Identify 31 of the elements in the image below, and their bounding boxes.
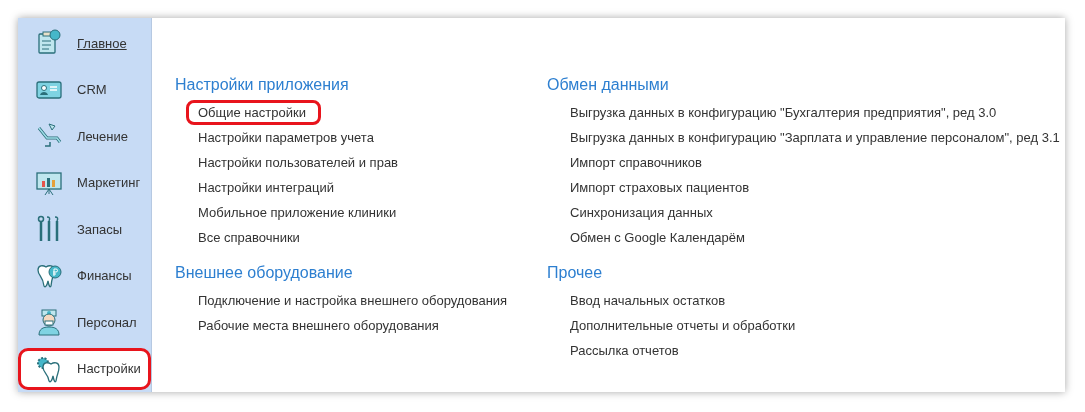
settings-link[interactable]: Импорт страховых пациентов bbox=[561, 175, 759, 200]
section-title: Настройки приложения bbox=[175, 76, 350, 94]
sidebar-item[interactable]: Запасы bbox=[18, 208, 151, 251]
settings-link[interactable]: Выгрузка данных в конфигурацию "Зарплата и управление персоналом", ред 3.1 bbox=[561, 125, 1065, 150]
settings-link[interactable]: Дополнительные отчеты и обработки bbox=[561, 313, 805, 338]
settings-link[interactable]: Ввод начальных остатков bbox=[561, 288, 735, 313]
settings-link[interactable]: Синхронизация данных bbox=[561, 200, 722, 225]
sidebar-item[interactable]: CRM bbox=[18, 68, 151, 111]
settings-link[interactable]: Рабочие места внешнего оборудования bbox=[189, 313, 448, 338]
settings-link[interactable]: Обмен с Google Календарём bbox=[561, 225, 754, 250]
settings-link[interactable]: Общие настройки bbox=[186, 100, 321, 125]
sidebar-item[interactable]: Маркетинг bbox=[18, 161, 151, 204]
sidebar-item[interactable]: Финансы bbox=[18, 254, 151, 297]
sidebar-item[interactable]: Лечение bbox=[18, 115, 151, 158]
sidebar-item[interactable]: Настройки bbox=[18, 347, 151, 390]
settings-link[interactable]: Настройки пользователей и прав bbox=[189, 150, 408, 175]
settings-link[interactable]: Настройки интеграций bbox=[189, 175, 343, 200]
settings-link[interactable]: Импорт справочников bbox=[561, 150, 711, 175]
section-title: Прочее bbox=[547, 264, 604, 282]
settings-link[interactable]: Все справочники bbox=[189, 225, 309, 250]
settings-link[interactable]: Выгрузка данных в конфигурацию "Бухгалтерия предприятия", ред 3.0 bbox=[561, 100, 1006, 125]
settings-link[interactable]: Рассылка отчетов bbox=[561, 338, 688, 363]
settings-link[interactable]: Мобильное приложение клиники bbox=[189, 200, 406, 225]
doctor-icon bbox=[35, 308, 63, 337]
settings-link[interactable]: Подключение и настройка внешнего оборудования bbox=[189, 288, 517, 313]
sidebar-item[interactable]: Главное bbox=[18, 22, 151, 65]
sidebar-item[interactable]: Персонал bbox=[18, 301, 151, 344]
section-title: Обмен данными bbox=[547, 76, 670, 94]
settings-link[interactable]: Настройки параметров учета bbox=[189, 125, 383, 150]
tooth-gear-icon bbox=[35, 354, 63, 383]
section-title: Внешнее оборудование bbox=[175, 264, 354, 282]
